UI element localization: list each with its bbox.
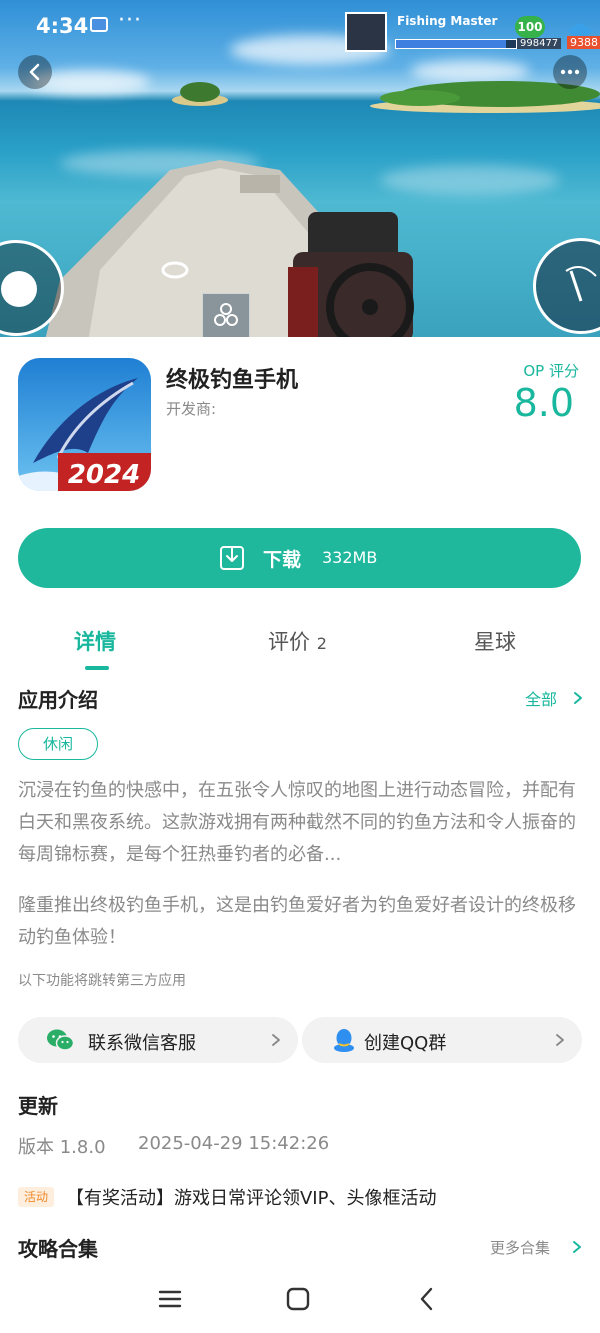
active-tab-indicator <box>85 666 109 670</box>
player-avatar <box>345 12 387 52</box>
intro-paragraph: 沉浸在钓鱼的快感中，在五张令人惊叹的地图上进行动态冒险，并配有白天和黑夜系统。这… <box>18 780 576 865</box>
back-icon[interactable] <box>412 1284 442 1314</box>
more-options-button[interactable] <box>553 55 587 89</box>
rating-label: OP 评分 <box>523 362 579 380</box>
download-button[interactable]: 下载 332MB <box>18 528 581 588</box>
qq-icon <box>334 1029 354 1052</box>
intro-title: 应用介绍 <box>18 688 98 712</box>
create-qq-group-label: 创建QQ群 <box>364 1033 447 1054</box>
app-icon: 2024 <box>18 358 151 491</box>
version-number: 版本 1.8.0 <box>18 1137 106 1158</box>
game-hud: Fishing Master 100 998477 9388 <box>345 12 600 54</box>
hero-screenshot[interactable]: 4:34 ··· Fishing Master 100 998477 9388 <box>0 0 600 337</box>
tab-reviews-count: 2 <box>316 634 327 653</box>
app-icon-badge: 2024 <box>68 460 140 490</box>
create-qq-group-button[interactable]: 创建QQ群 <box>302 1017 582 1063</box>
back-button[interactable] <box>18 55 52 89</box>
tab-reviews-label: 评价 <box>268 630 310 654</box>
update-title: 更新 <box>18 1094 58 1118</box>
guides-title: 攻略合集 <box>18 1237 98 1261</box>
tab-planet[interactable]: 星球 <box>474 626 516 656</box>
more-dots-icon <box>560 69 580 75</box>
swap-icon <box>202 293 250 337</box>
xp-bar <box>395 39 517 49</box>
menu-icon[interactable] <box>155 1284 185 1314</box>
status-time: 4:34 <box>36 14 89 38</box>
guides-more-link[interactable]: 更多合集 <box>490 1237 586 1261</box>
developer-label: 开发商: <box>166 400 217 418</box>
category-tag[interactable]: 休闲 <box>18 728 98 760</box>
chevron-right-icon <box>272 1034 280 1046</box>
update-date: 2025-04-29 15:42:26 <box>138 1133 330 1154</box>
intro-more-label: 全部 <box>525 690 558 709</box>
chevron-right-icon <box>573 1241 581 1253</box>
player-name: Fishing Master <box>397 14 498 28</box>
tab-planet-label: 星球 <box>474 630 516 654</box>
intro-paragraph-2: 隆重推出终极钓鱼手机，这是由钓鱼爱好者为钓鱼爱好者设计的终极移动钓鱼体验！ <box>18 895 576 948</box>
app-title: 终极钓鱼手机 <box>166 368 299 393</box>
download-label: 下载 <box>263 549 302 571</box>
chevron-right-icon <box>556 1034 564 1046</box>
island-image <box>172 82 228 106</box>
wechat-service-label: 联系微信客服 <box>88 1033 196 1054</box>
player-level: 100 <box>515 16 545 38</box>
download-icon <box>220 546 244 570</box>
wechat-service-button[interactable]: 联系微信客服 <box>18 1017 298 1063</box>
activity-text: 【有奖活动】游戏日常评论领VIP、头像框活动 <box>66 1188 437 1209</box>
steering-console-image <box>288 212 414 337</box>
tab-details[interactable]: 详情 <box>74 626 116 656</box>
tab-reviews[interactable]: 评价 2 <box>268 626 327 656</box>
chevron-right-icon <box>574 692 582 704</box>
gem-count: 9388 <box>567 36 600 49</box>
activity-row[interactable]: 活动 【有奖活动】游戏日常评论领VIP、头像框活动 <box>18 1180 584 1214</box>
system-nav-bar <box>0 1270 600 1333</box>
tab-details-label: 详情 <box>74 630 116 654</box>
download-size: 332MB <box>322 548 378 567</box>
rating-value: 8.0 <box>513 381 574 425</box>
wechat-icon <box>47 1029 74 1051</box>
coin-count: 998477 <box>517 38 562 49</box>
xp-bar-fill <box>396 40 507 48</box>
water-reflection <box>380 165 560 195</box>
guides-more-label: 更多合集 <box>490 1239 551 1257</box>
home-icon[interactable] <box>283 1284 313 1314</box>
chevron-left-icon <box>29 63 40 81</box>
activity-badge: 活动 <box>18 1187 54 1207</box>
intro-more-link[interactable]: 全部 <box>525 686 585 712</box>
status-more-icon: ··· <box>118 8 142 33</box>
third-party-note: 以下功能将跳转第三方应用 <box>18 973 186 989</box>
message-icon <box>90 17 108 32</box>
cast-gauge-ring <box>533 238 600 334</box>
